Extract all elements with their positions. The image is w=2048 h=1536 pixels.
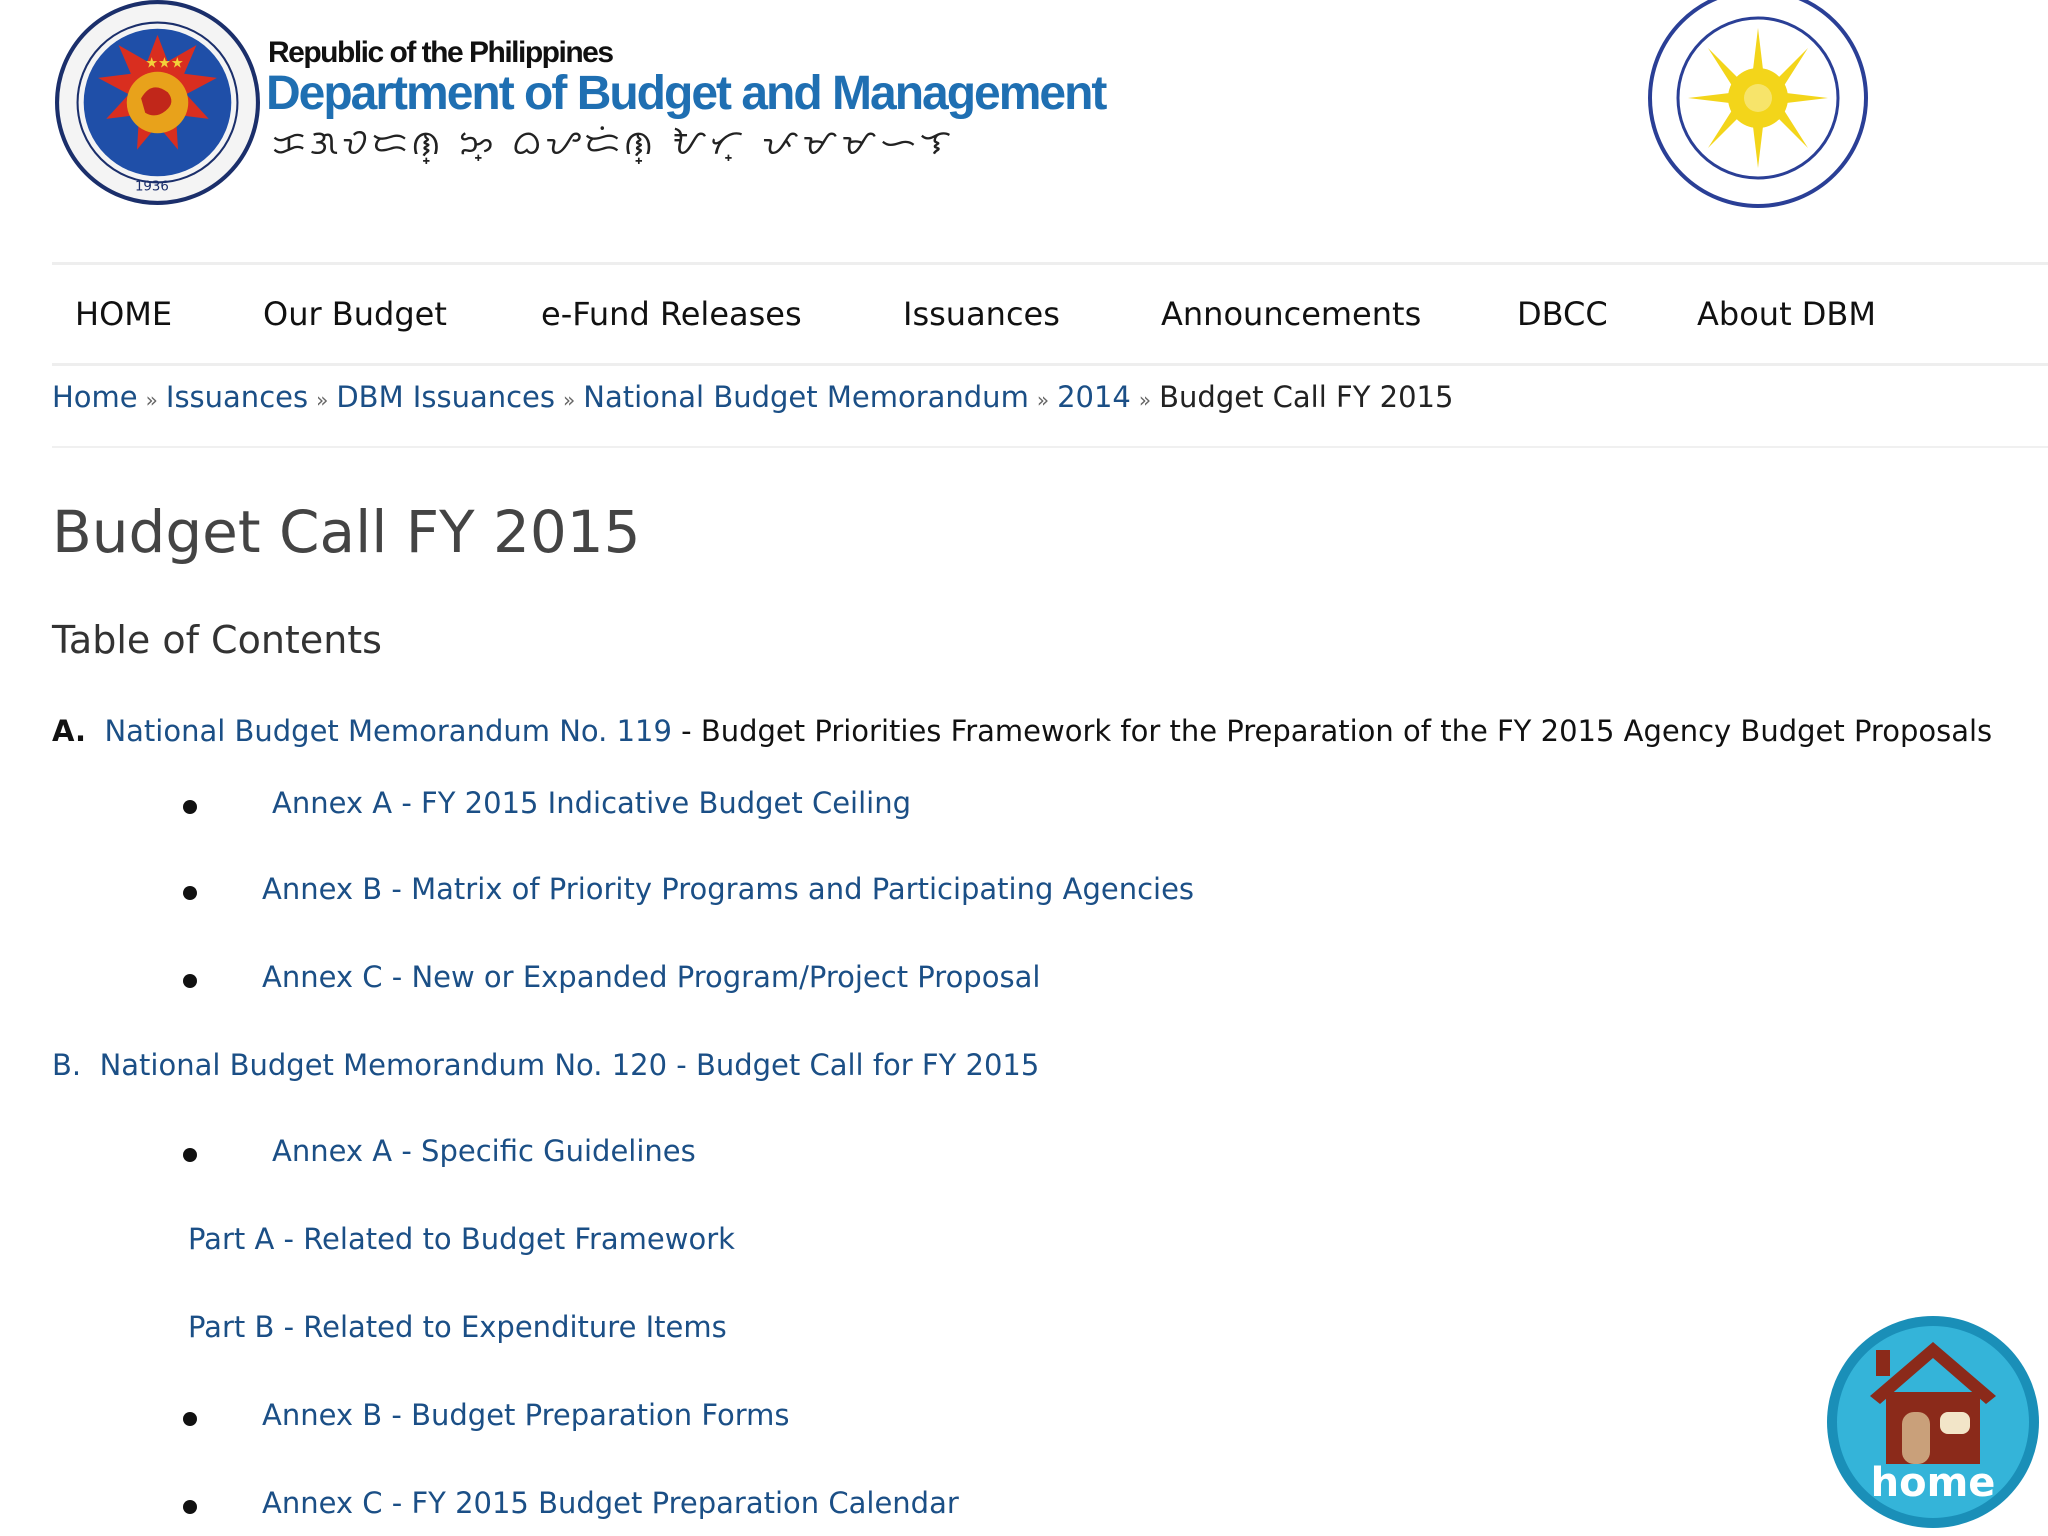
site-header: ★★★ 1936 Republic of the Philippines Dep… bbox=[0, 0, 2048, 250]
department-name[interactable]: Department of Budget and Management bbox=[266, 66, 1107, 121]
nav-item-home[interactable]: HOME bbox=[75, 265, 172, 363]
republic-text: Republic of the Philippines bbox=[268, 36, 614, 69]
nav-item-announcements[interactable]: Announcements bbox=[1161, 265, 1421, 363]
nbm-119-link[interactable]: National Budget Memorandum No. 119 bbox=[104, 714, 671, 748]
nbm-120-title: - Budget Call for FY 2015 bbox=[667, 1048, 1040, 1082]
nav-item-issuances[interactable]: Issuances bbox=[903, 265, 1060, 363]
bullet-icon bbox=[183, 886, 197, 900]
breadcrumb-2014[interactable]: 2014 bbox=[1057, 380, 1131, 414]
toc-heading: Table of Contents bbox=[52, 618, 382, 662]
toc-section-b: B. National Budget Memorandum No. 120 - … bbox=[52, 1048, 1039, 1082]
breadcrumb-current: Budget Call FY 2015 bbox=[1159, 380, 1454, 414]
toc-section-a: A. National Budget Memorandum No. 119 - … bbox=[52, 714, 1992, 748]
bullet-icon bbox=[183, 1500, 197, 1514]
breadcrumb: Home » Issuances » DBM Issuances » National Bu… bbox=[52, 380, 1453, 414]
breadcrumb-separator: » bbox=[1036, 388, 1050, 412]
breadcrumb-issuances[interactable]: Issuances bbox=[166, 380, 308, 414]
baybayin-text: ᜃᜄᜏᜇᜈ᜔ ᜅ᜔ ᜊᜌᜇᜒᜈ᜔ ᜀᜆ᜔ ᜉᜋᜋᜑᜎ bbox=[272, 123, 956, 163]
dbm-seal-logo[interactable]: ★★★ 1936 bbox=[55, 0, 260, 205]
breadcrumb-separator: » bbox=[316, 388, 329, 412]
annex-b-matrix-link[interactable]: Annex B - Matrix of Priority Programs an… bbox=[262, 872, 1194, 906]
bullet-icon bbox=[183, 974, 197, 988]
annex-a-ceiling-link[interactable]: Annex A - FY 2015 Indicative Budget Ceil… bbox=[272, 786, 911, 820]
nbm-120-link[interactable]: National Budget Memorandum No. 120 bbox=[100, 1048, 667, 1082]
nbm-119-title: - Budget Priorities Framework for the Pr… bbox=[671, 714, 1993, 748]
nav-item-about-dbm[interactable]: About DBM bbox=[1697, 265, 1876, 363]
breadcrumb-dbm-issuances[interactable]: DBM Issuances bbox=[336, 380, 555, 414]
annex-c-proposal-link[interactable]: Annex C - New or Expanded Program/Projec… bbox=[262, 960, 1040, 994]
nav-item-e-fund-releases[interactable]: e-Fund Releases bbox=[541, 265, 802, 363]
breadcrumb-separator: » bbox=[145, 388, 158, 412]
breadcrumb-divider bbox=[52, 446, 2048, 448]
home-button-label: home bbox=[1871, 1460, 1996, 1506]
breadcrumb-separator: » bbox=[563, 388, 576, 412]
svg-text:★★★: ★★★ bbox=[145, 56, 184, 72]
bullet-icon bbox=[183, 1412, 197, 1426]
section-letter: A. bbox=[52, 714, 86, 748]
bullet-icon bbox=[183, 800, 197, 814]
annex-a-guidelines-link[interactable]: Annex A - Specific Guidelines bbox=[272, 1134, 696, 1168]
annex-c-calendar-link[interactable]: Annex C - FY 2015 Budget Preparation Cal… bbox=[262, 1486, 959, 1520]
home-button[interactable]: home bbox=[1818, 1314, 2048, 1536]
breadcrumb-national-budget-memorandum[interactable]: National Budget Memorandum bbox=[583, 380, 1029, 414]
part-a-link[interactable]: Part A - Related to Budget Framework bbox=[188, 1222, 735, 1256]
section-letter: B. bbox=[52, 1048, 82, 1082]
transparency-seal-logo[interactable] bbox=[1640, 0, 1875, 216]
main-navbar: HOME Our Budget e-Fund Releases Issuance… bbox=[52, 262, 2048, 366]
nav-item-dbcc[interactable]: DBCC bbox=[1517, 265, 1608, 363]
annex-b-forms-link[interactable]: Annex B - Budget Preparation Forms bbox=[262, 1398, 790, 1432]
breadcrumb-home[interactable]: Home bbox=[52, 380, 138, 414]
part-b-link[interactable]: Part B - Related to Expenditure Items bbox=[188, 1310, 727, 1344]
seal-year: 1936 bbox=[135, 180, 169, 195]
bullet-icon bbox=[183, 1148, 197, 1162]
page-title: Budget Call FY 2015 bbox=[52, 498, 641, 566]
nav-item-our-budget[interactable]: Our Budget bbox=[263, 265, 447, 363]
breadcrumb-separator: » bbox=[1138, 388, 1152, 412]
